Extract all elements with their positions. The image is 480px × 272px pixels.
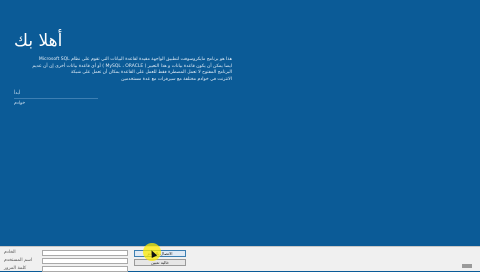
intro-line: هذا هو برنامج مايكروسوفت لتطبيق الواجهة … (38, 57, 232, 62)
field-underline (14, 98, 98, 99)
password-input[interactable] (42, 266, 128, 272)
intro-text: هذا هو برنامج مايكروسوفت لتطبيق الواجهة … (14, 57, 232, 83)
cancel-button[interactable]: خالية تعيين (134, 259, 186, 266)
server-input[interactable] (42, 250, 128, 256)
tray-icon (462, 264, 472, 268)
connection-form-bar: الخادم اسم المستخدم كلمة المرور الاتصال … (0, 246, 480, 272)
password-label: كلمة المرور (4, 266, 27, 271)
username-input[interactable] (42, 258, 128, 264)
welcome-title: أهلا بك (14, 31, 63, 51)
field-value: خوادم (14, 101, 26, 106)
field-label: أبدأ (14, 91, 21, 96)
server-label: الخادم (4, 250, 16, 255)
username-label: اسم المستخدم (4, 258, 33, 263)
main-panel: أهلا بك هذا هو برنامج مايكروسوفت لتطبيق … (0, 0, 480, 246)
intro-line: الانترنت في خوادم مختلفة مع سيرفرات مع ع… (121, 76, 232, 82)
